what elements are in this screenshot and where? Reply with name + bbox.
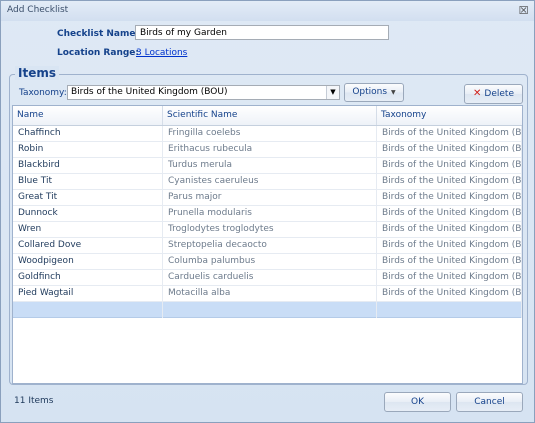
delete-x-icon: ✕ — [473, 88, 482, 99]
table-row[interactable]: Collared Dove Streptopelia decaocto Bird… — [13, 238, 522, 254]
column-header-taxonomy[interactable]: Taxonomy — [377, 106, 522, 125]
table-row[interactable]: Dunnock Prunella modularis Birds of the … — [13, 206, 522, 222]
table-row[interactable]: Chaffinch Fringilla coelebs Birds of the… — [13, 126, 522, 142]
table-row[interactable]: Wren Troglodytes troglodytes Birds of th… — [13, 222, 522, 238]
table-row[interactable]: Goldfinch Carduelis carduelis Birds of t… — [13, 270, 522, 286]
new-cell-name[interactable] — [13, 302, 163, 318]
cell-name: Wren — [13, 222, 163, 238]
cell-scientific-name: Turdus merula — [163, 158, 377, 174]
table-row[interactable]: Blackbird Turdus merula Birds of the Uni… — [13, 158, 522, 174]
table-row[interactable]: Woodpigeon Columba palumbus Birds of the… — [13, 254, 522, 270]
cell-scientific-name: Prunella modularis — [163, 206, 377, 222]
cell-scientific-name: Cyanistes caeruleus — [163, 174, 377, 190]
table-row[interactable]: Pied Wagtail Motacilla alba Birds of the… — [13, 286, 522, 302]
ok-button[interactable]: OK — [384, 392, 451, 412]
cell-taxonomy: Birds of the United Kingdom (BO... — [377, 174, 522, 190]
cell-taxonomy: Birds of the United Kingdom (BO... — [377, 286, 522, 302]
cell-taxonomy: Birds of the United Kingdom (BO... — [377, 126, 522, 142]
cell-taxonomy: Birds of the United Kingdom (BO... — [377, 206, 522, 222]
checklist-name-label: Checklist Name: — [57, 29, 140, 39]
location-range-link[interactable]: 3 Locations — [136, 48, 187, 58]
cell-taxonomy: Birds of the United Kingdom (BO... — [377, 158, 522, 174]
cell-scientific-name: Parus major — [163, 190, 377, 206]
cancel-button[interactable]: Cancel — [456, 392, 523, 412]
item-count-status: 11 Items — [14, 396, 54, 406]
cell-name: Blue Tit — [13, 174, 163, 190]
cell-taxonomy: Birds of the United Kingdom (BO... — [377, 254, 522, 270]
options-button-label: Options — [352, 87, 388, 97]
cell-name: Robin — [13, 142, 163, 158]
cell-scientific-name: Fringilla coelebs — [163, 126, 377, 142]
cell-scientific-name: Columba palumbus — [163, 254, 377, 270]
close-icon[interactable]: ☒ — [517, 4, 530, 17]
location-range-label: Location Range: — [57, 48, 139, 58]
taxonomy-select[interactable]: Birds of the United Kingdom (BOU) ▼ — [67, 85, 340, 100]
delete-button[interactable]: ✕ Delete — [464, 84, 523, 104]
cell-name: Woodpigeon — [13, 254, 163, 270]
column-header-name[interactable]: Name — [13, 106, 163, 125]
chevron-down-icon[interactable]: ▼ — [326, 86, 339, 99]
new-cell-taxonomy[interactable] — [377, 302, 522, 318]
delete-button-label: Delete — [484, 89, 514, 99]
cell-taxonomy: Birds of the United Kingdom (BO... — [377, 270, 522, 286]
new-item-row[interactable] — [13, 302, 522, 318]
table-row[interactable]: Great Tit Parus major Birds of the Unite… — [13, 190, 522, 206]
cell-scientific-name: Carduelis carduelis — [163, 270, 377, 286]
cell-taxonomy: Birds of the United Kingdom (BO... — [377, 142, 522, 158]
cell-name: Chaffinch — [13, 126, 163, 142]
table-row[interactable]: Robin Erithacus rubecula Birds of the Un… — [13, 142, 522, 158]
items-group-title: Items — [15, 66, 59, 80]
taxonomy-select-value: Birds of the United Kingdom (BOU) — [71, 87, 228, 97]
cell-name: Goldfinch — [13, 270, 163, 286]
cell-taxonomy: Birds of the United Kingdom (BO... — [377, 190, 522, 206]
cell-name: Blackbird — [13, 158, 163, 174]
column-header-scientific-name[interactable]: Scientific Name — [163, 106, 377, 125]
cell-scientific-name: Streptopelia decaocto — [163, 238, 377, 254]
cell-name: Dunnock — [13, 206, 163, 222]
table-row[interactable]: Blue Tit Cyanistes caeruleus Birds of th… — [13, 174, 522, 190]
items-table: Name Scientific Name Taxonomy Chaffinch … — [12, 105, 523, 384]
checklist-name-input[interactable] — [135, 25, 389, 40]
window-title: Add Checklist — [7, 5, 69, 15]
cell-scientific-name: Erithacus rubecula — [163, 142, 377, 158]
cell-scientific-name: Motacilla alba — [163, 286, 377, 302]
cell-scientific-name: Troglodytes troglodytes — [163, 222, 377, 238]
cell-name: Collared Dove — [13, 238, 163, 254]
new-cell-scientific-name[interactable] — [163, 302, 377, 318]
cell-taxonomy: Birds of the United Kingdom (BO... — [377, 238, 522, 254]
options-button[interactable]: Options ▼ — [344, 83, 404, 102]
taxonomy-label: Taxonomy: — [19, 88, 67, 98]
cell-name: Great Tit — [13, 190, 163, 206]
caret-down-icon: ▼ — [391, 89, 396, 96]
cell-taxonomy: Birds of the United Kingdom (BO... — [377, 222, 522, 238]
title-bar: Add Checklist ☒ — [1, 1, 534, 21]
cell-name: Pied Wagtail — [13, 286, 163, 302]
table-header: Name Scientific Name Taxonomy — [13, 106, 522, 126]
